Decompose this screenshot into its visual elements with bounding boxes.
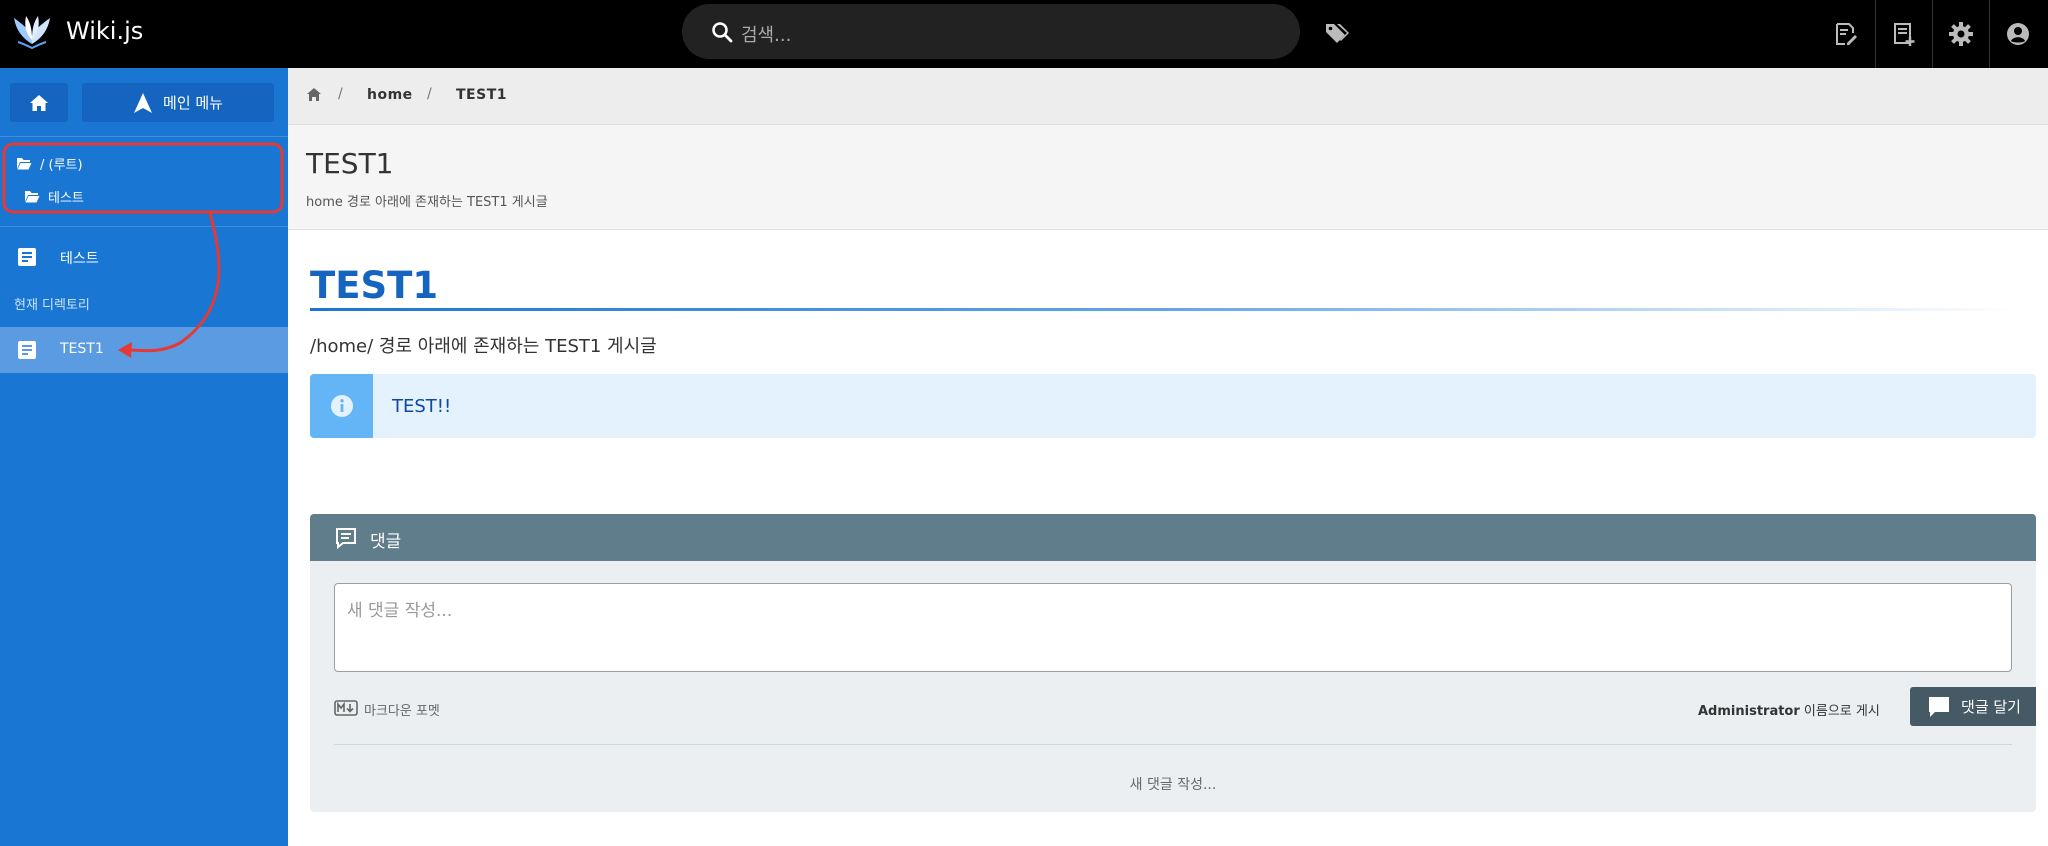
comments-section: 댓글 새 댓글 작성... 마크다운 포멧 Administrator 이름으로… (310, 514, 2036, 812)
page-icon (18, 248, 36, 266)
navigation-icon (134, 92, 153, 113)
gear-icon (1949, 22, 1973, 46)
post-comment-label: 댓글 달기 (1961, 698, 2021, 716)
content-heading: TEST1 (310, 264, 439, 307)
new-page-icon (1894, 23, 1915, 46)
account-button[interactable] (1990, 0, 2046, 68)
sidebar-item-label: TEST1 (60, 341, 104, 357)
breadcrumb-item-home[interactable]: home (367, 87, 413, 103)
sidebar-divider (0, 226, 288, 227)
info-icon (330, 395, 353, 417)
comments-header: 댓글 (310, 514, 2036, 561)
new-comment-textarea[interactable]: 새 댓글 작성... (334, 583, 2012, 672)
annotation-overlay (2, 142, 284, 358)
breadcrumb: / home / TEST1 (288, 68, 2048, 125)
tags-icon[interactable] (1323, 19, 1351, 47)
callout-text: TEST!! (392, 396, 452, 417)
folder-root-label: / (루트) (40, 158, 83, 173)
content-paragraph: /home/ 경로 아래에 존재하는 TEST1 게시글 (310, 336, 657, 357)
info-callout: TEST!! (310, 374, 2036, 438)
new-page-button[interactable] (1876, 0, 1932, 68)
breadcrumb-separator: / (427, 86, 432, 102)
breadcrumb-item-current: TEST1 (456, 87, 507, 103)
comments-divider (334, 744, 2012, 745)
page-title: TEST1 (306, 147, 394, 180)
edit-page-button[interactable] (1818, 0, 1874, 68)
top-bar: Wiki.js 검색... (0, 0, 2048, 68)
heading-underline (310, 308, 2016, 311)
post-as-suffix: 이름으로 게시 (1799, 704, 1880, 719)
sidebar-item-test[interactable]: 테스트 (0, 234, 288, 280)
app-title[interactable]: Wiki.js (66, 17, 143, 45)
comment-text-icon (336, 528, 356, 550)
edit-page-icon (1836, 23, 1857, 45)
account-circle-icon (2007, 23, 2029, 45)
breadcrumb-separator: / (338, 86, 343, 102)
main-content: / home / TEST1 TEST1 home 경로 아래에 존재하는 TE… (288, 68, 2048, 846)
comments-title: 댓글 (370, 532, 402, 552)
admin-settings-button[interactable] (1933, 0, 1989, 68)
comment-icon (1929, 696, 1950, 717)
sidebar-divider (0, 136, 288, 137)
sidebar-item-test1[interactable]: TEST1 (0, 327, 288, 373)
markdown-format-label: 마크다운 포멧 (364, 704, 440, 719)
callout-icon-bar (310, 374, 373, 438)
folder-open-icon (17, 158, 32, 170)
post-as-label: Administrator 이름으로 게시 (1698, 700, 1880, 719)
post-as-user: Administrator (1698, 704, 1800, 719)
search-icon (712, 22, 733, 43)
page-icon (18, 341, 36, 359)
sidebar: 메인 메뉴 / (루트) 테스트 테스트 현재 디렉토리 TEST1 (0, 68, 288, 846)
page-header: TEST1 home 경로 아래에 존재하는 TEST1 게시글 (288, 125, 2048, 230)
folder-open-icon (25, 191, 40, 203)
search-input[interactable]: 검색... (741, 21, 791, 47)
comment-placeholder: 새 댓글 작성... (347, 601, 453, 621)
main-menu-label: 메인 메뉴 (163, 94, 223, 112)
main-menu-button[interactable]: 메인 메뉴 (82, 83, 274, 122)
comments-empty-text: 새 댓글 작성... (1129, 777, 1217, 793)
post-comment-button[interactable]: 댓글 달기 (1910, 687, 2036, 726)
folder-test[interactable]: 테스트 (24, 187, 84, 206)
markdown-icon (334, 700, 358, 716)
folder-root[interactable]: / (루트) (16, 154, 83, 173)
folder-test-label: 테스트 (48, 191, 84, 206)
home-icon (30, 94, 48, 111)
search-bar[interactable]: 검색... (682, 4, 1300, 59)
sidebar-item-label: 테스트 (60, 251, 99, 267)
home-icon[interactable] (306, 87, 322, 103)
current-directory-label: 현재 디렉토리 (14, 298, 90, 313)
home-button[interactable] (10, 83, 68, 122)
page-description: home 경로 아래에 존재하는 TEST1 게시글 (306, 195, 548, 210)
wiki-logo-icon[interactable] (12, 14, 52, 50)
